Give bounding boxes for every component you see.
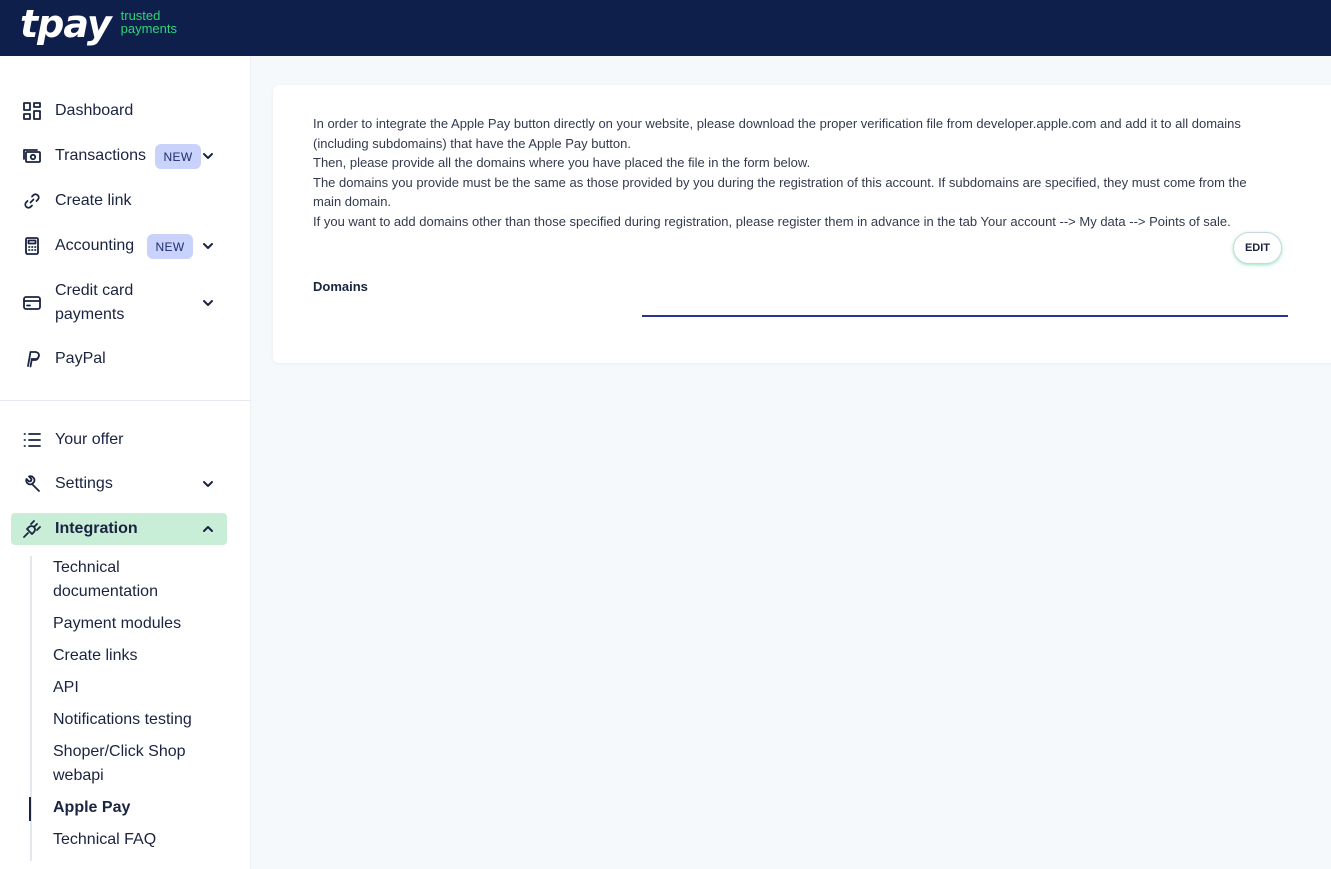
chevron-up-icon[interactable] <box>201 522 215 536</box>
sidebar-item-dashboard[interactable]: Dashboard <box>11 99 227 123</box>
chevron-down-icon[interactable] <box>201 296 215 310</box>
chevron-down-icon[interactable] <box>201 149 215 163</box>
new-badge: NEW <box>155 144 201 169</box>
subitem-label-line2: documentation <box>53 583 158 600</box>
sidebar-item-label-line1: Credit card <box>55 282 134 299</box>
sidebar-item-credit-card-payments[interactable]: Credit card payments <box>11 279 227 327</box>
sidebar-item-label: Settings <box>55 475 113 492</box>
sidebar-item-transactions[interactable]: Transactions NEW <box>11 144 227 169</box>
tpay-logo[interactable]: tpay trusted payments <box>20 2 177 52</box>
subitem-notifications-testing[interactable]: Notifications testing <box>53 708 192 732</box>
logo-wordmark: tpay <box>20 2 112 46</box>
subitem-apple-pay[interactable]: Apple Pay <box>53 796 130 820</box>
transactions-icon <box>20 144 44 168</box>
domains-field[interactable] <box>642 293 1288 317</box>
top-bar: tpay trusted payments <box>0 0 1331 56</box>
apple-pay-instructions: In order to integrate the Apple Pay butt… <box>313 114 1278 231</box>
subitem-technical-documentation[interactable]: Technical documentation <box>53 556 158 604</box>
logo-tagline-line2: payments <box>120 21 177 36</box>
sidebar-item-paypal[interactable]: PayPal <box>11 347 227 371</box>
edit-button[interactable]: EDIT <box>1233 232 1282 264</box>
list-icon <box>20 428 44 452</box>
instruction-paragraph: Then, please provide all the domains whe… <box>313 155 811 170</box>
new-badge: NEW <box>147 234 193 259</box>
apple-pay-card: In order to integrate the Apple Pay butt… <box>273 85 1331 363</box>
subitem-label-line1: Shoper/Click Shop <box>53 743 186 760</box>
instruction-paragraph: In order to integrate the Apple Pay butt… <box>313 116 1241 151</box>
logo-tagline: trusted payments <box>121 9 177 35</box>
subitem-api[interactable]: API <box>53 676 79 700</box>
sidebar-item-label: Your offer <box>55 431 124 448</box>
subitem-payment-modules[interactable]: Payment modules <box>53 612 181 636</box>
sidebar: Dashboard Transactions NEW Create link A… <box>0 56 251 869</box>
sidebar-item-label: Integration <box>55 520 138 537</box>
sidebar-item-label: Accounting <box>55 237 135 254</box>
sidebar-item-integration[interactable]: Integration <box>11 513 227 545</box>
subitem-label-line2: webapi <box>53 767 104 784</box>
domains-label: Domains <box>313 279 368 294</box>
instruction-paragraph: If you want to add domains other than th… <box>313 213 1231 229</box>
sidebar-item-label: Create link <box>55 192 132 209</box>
sidebar-item-label: Dashboard <box>55 102 134 119</box>
submenu-active-indicator <box>29 797 31 821</box>
sidebar-item-label-line2: payments <box>55 306 125 323</box>
subitem-create-links[interactable]: Create links <box>53 644 137 668</box>
credit-card-icon <box>20 291 44 315</box>
sidebar-divider <box>0 400 251 401</box>
subitem-label-line1: Technical <box>53 559 120 576</box>
sidebar-item-label: PayPal <box>55 350 106 367</box>
subitem-technical-faq[interactable]: Technical FAQ <box>53 828 156 852</box>
paypal-icon <box>20 347 44 371</box>
sidebar-item-settings[interactable]: Settings <box>11 472 227 496</box>
plug-icon <box>20 517 44 541</box>
chevron-down-icon[interactable] <box>201 477 215 491</box>
link-icon <box>20 189 44 213</box>
sidebar-item-create-link[interactable]: Create link <box>11 189 227 213</box>
sidebar-item-your-offer[interactable]: Your offer <box>11 428 227 452</box>
dashboard-icon <box>20 99 44 123</box>
subitem-shoper-click-shop-webapi[interactable]: Shoper/Click Shop webapi <box>53 740 186 788</box>
wrench-icon <box>20 472 44 496</box>
sidebar-item-label: Transactions <box>55 147 146 164</box>
chevron-down-icon[interactable] <box>201 239 215 253</box>
calculator-icon <box>20 234 44 258</box>
sidebar-item-accounting[interactable]: Accounting NEW <box>11 234 227 259</box>
instruction-paragraph: The domains you provide must be the same… <box>313 174 1247 210</box>
